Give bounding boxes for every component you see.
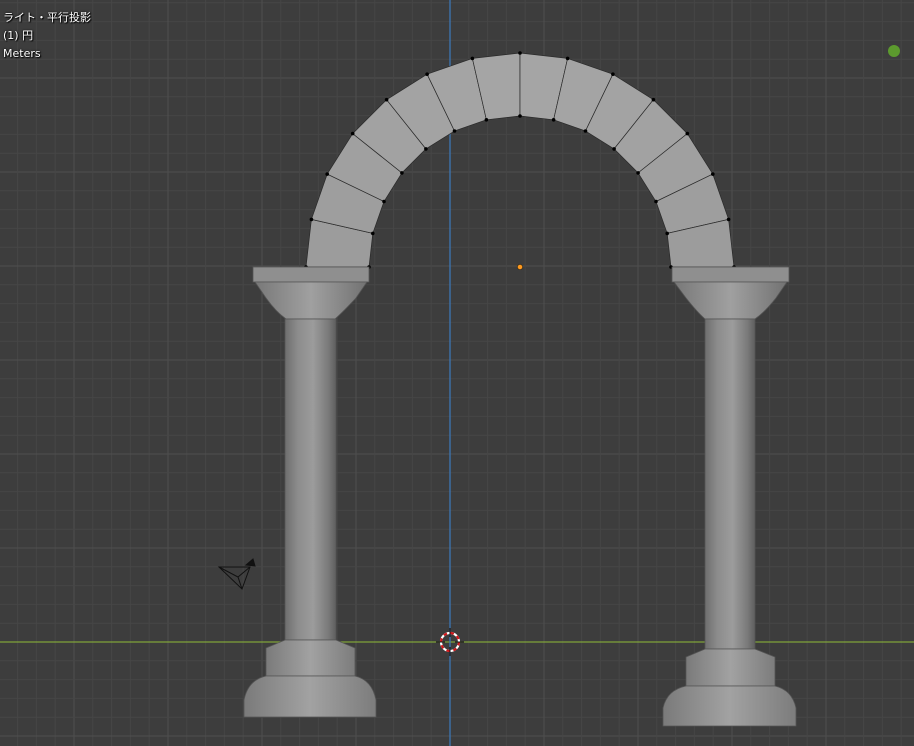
mesh-vertex bbox=[685, 131, 690, 136]
mesh-vertex bbox=[424, 147, 428, 151]
mesh-vertex bbox=[425, 72, 429, 76]
mesh-vertex bbox=[484, 118, 489, 122]
mesh-vertex bbox=[518, 51, 522, 55]
right-column-plinth-lower bbox=[662, 685, 797, 727]
mesh-vertex bbox=[551, 118, 556, 122]
mesh-vertex bbox=[565, 56, 570, 61]
right-column-shaft bbox=[704, 318, 756, 650]
3d-cursor-icon[interactable] bbox=[436, 628, 464, 656]
mesh-vertex bbox=[636, 171, 640, 175]
stone-arch-mesh[interactable] bbox=[304, 51, 736, 269]
mesh-vertex bbox=[726, 217, 731, 222]
mesh-vertex bbox=[611, 72, 615, 76]
viewport-units-label: Meters bbox=[3, 47, 41, 60]
mesh-vertex bbox=[384, 97, 389, 102]
green-status-dot-icon[interactable] bbox=[888, 45, 900, 57]
mesh-vertex bbox=[309, 217, 314, 222]
mesh-vertex bbox=[382, 199, 386, 204]
left-column-plinth-upper bbox=[265, 639, 356, 677]
active-object-name: (1) 円 bbox=[3, 29, 34, 42]
3d-viewport[interactable]: ライト・平行投影 (1) 円 Meters bbox=[0, 0, 914, 746]
mesh-vertex bbox=[583, 129, 588, 133]
mesh-vertex bbox=[350, 131, 355, 136]
viewport-view-name: ライト・平行投影 bbox=[3, 11, 91, 24]
mesh-vertex bbox=[711, 172, 715, 176]
mesh-vertex bbox=[518, 114, 522, 118]
mesh-vertex bbox=[665, 231, 669, 236]
left-column-abacus bbox=[252, 266, 370, 283]
mesh-vertex bbox=[325, 172, 330, 176]
right-column[interactable] bbox=[662, 266, 797, 727]
mesh-vertex bbox=[371, 231, 375, 236]
right-column-abacus bbox=[671, 266, 790, 283]
mesh-vertex bbox=[654, 199, 658, 204]
camera-wireframe-icon[interactable] bbox=[217, 558, 256, 590]
mesh-vertex bbox=[452, 129, 457, 133]
left-column-shaft bbox=[284, 318, 337, 641]
mesh-vertex bbox=[651, 97, 656, 102]
right-column-plinth-upper bbox=[685, 648, 776, 687]
object-origin-icon[interactable] bbox=[517, 264, 523, 270]
mesh-vertex bbox=[470, 56, 475, 61]
mesh-vertex bbox=[400, 171, 404, 175]
mesh-vertex bbox=[612, 147, 616, 151]
scene-objects[interactable] bbox=[0, 0, 914, 746]
right-column-capital bbox=[673, 281, 788, 320]
left-column-plinth-lower bbox=[243, 675, 377, 718]
left-column-capital bbox=[254, 281, 368, 320]
left-column[interactable] bbox=[243, 266, 377, 718]
